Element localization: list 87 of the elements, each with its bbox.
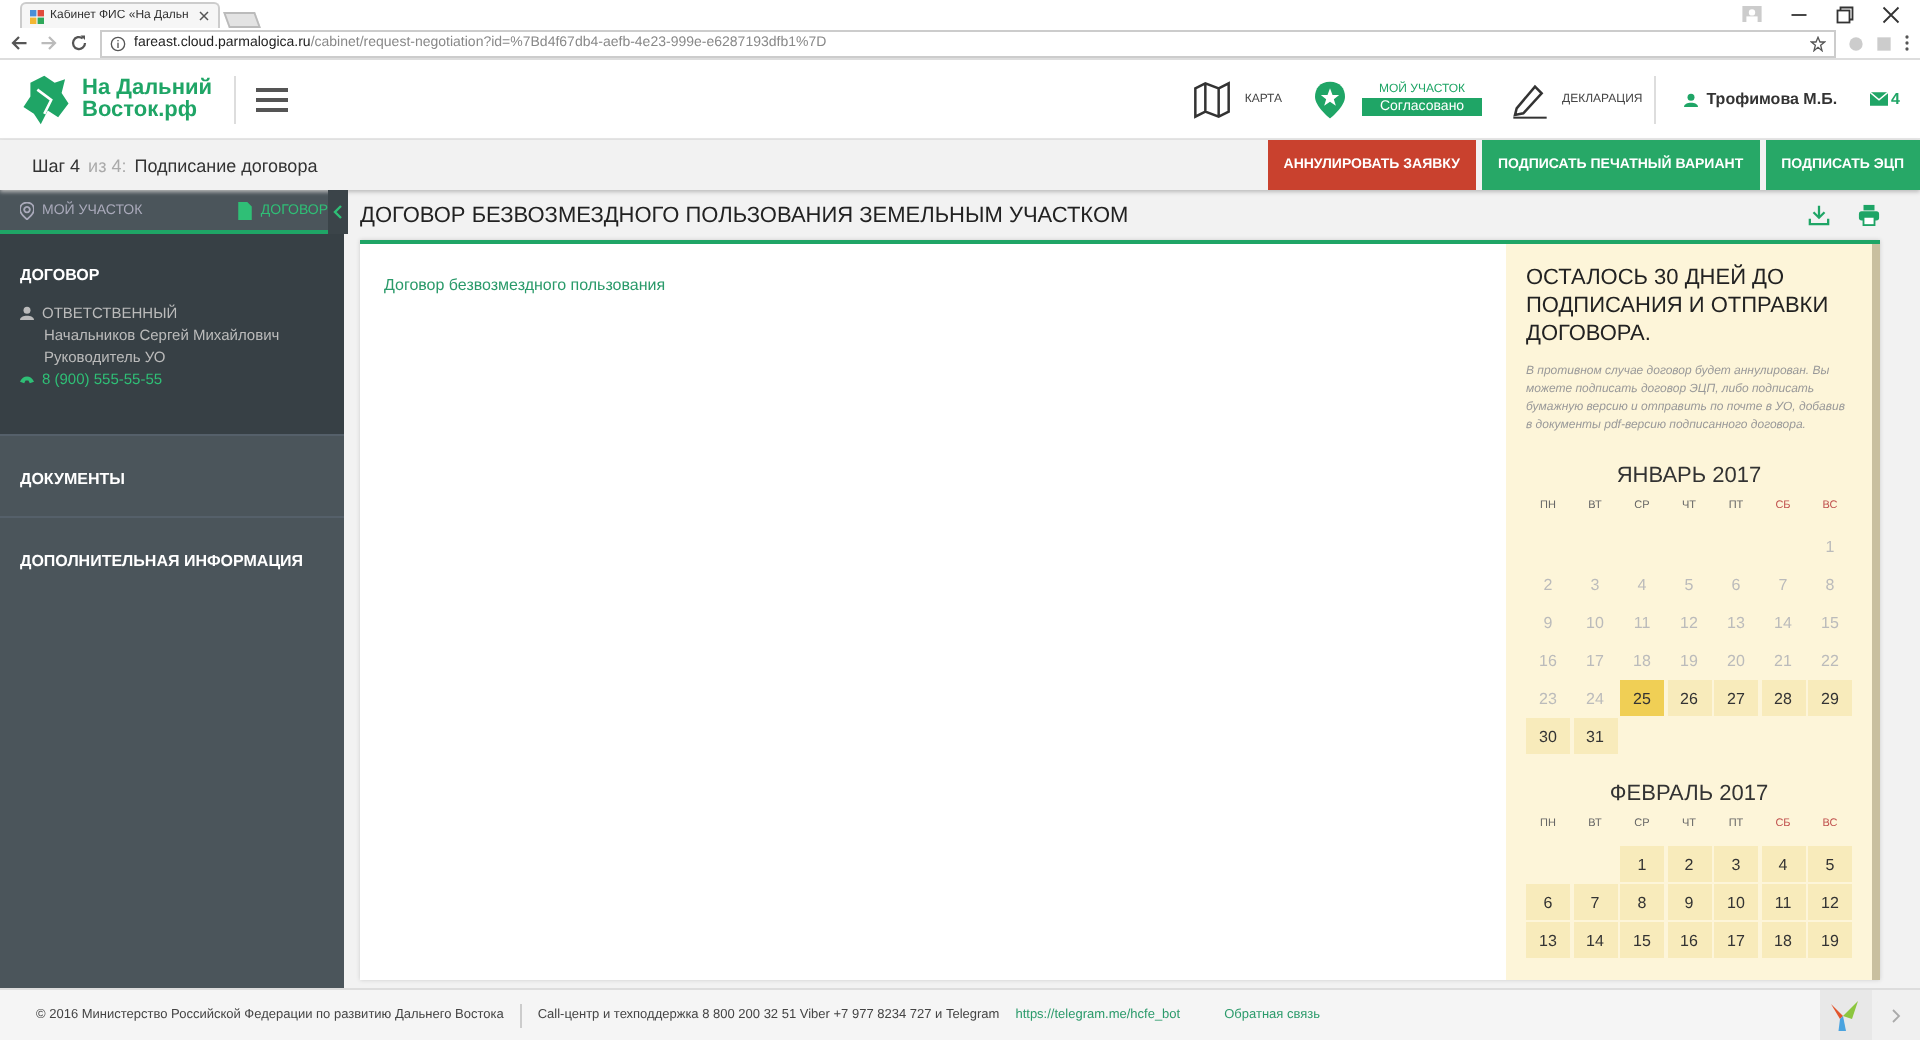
calendar-day[interactable]: 16	[1667, 922, 1711, 958]
back-icon[interactable]	[10, 34, 28, 52]
user-icon	[20, 306, 34, 320]
calendar-day[interactable]: 30	[1526, 718, 1570, 754]
calendar-day[interactable]: 29	[1808, 680, 1852, 716]
calendar-day[interactable]: 1	[1620, 846, 1664, 882]
calendar-day[interactable]: 18	[1761, 922, 1805, 958]
reload-icon[interactable]	[70, 34, 88, 52]
close-icon[interactable]	[1882, 5, 1900, 23]
calendar-day: 2	[1526, 566, 1570, 602]
info-icon[interactable]	[110, 35, 126, 51]
calendar-day[interactable]: 11	[1761, 884, 1805, 920]
chevron-right-icon	[1890, 1007, 1902, 1023]
calendar-day[interactable]: 2	[1667, 846, 1711, 882]
calendar-day: 19	[1667, 642, 1711, 678]
calendar-day: 1	[1808, 528, 1852, 564]
calendar-day[interactable]: 26	[1667, 680, 1711, 716]
calendar-day: 24	[1573, 680, 1617, 716]
framework-logo-icon[interactable]	[1820, 989, 1872, 1040]
print-icon[interactable]	[1858, 204, 1880, 226]
calendar-day[interactable]: 3	[1714, 846, 1758, 882]
user-icon	[1684, 91, 1699, 107]
calendar-day[interactable]: 31	[1573, 718, 1617, 754]
calendar-day: 9	[1526, 604, 1570, 640]
calendar-day: 4	[1620, 566, 1664, 602]
collapse-button[interactable]	[328, 190, 348, 234]
calendar-day: 15	[1808, 604, 1852, 640]
document-icon	[238, 201, 253, 219]
calendar-day: 14	[1761, 604, 1805, 640]
envelope-icon	[1869, 92, 1888, 106]
calendar-day[interactable]: 7	[1573, 884, 1617, 920]
calendar-day[interactable]: 13	[1526, 922, 1570, 958]
step-title: Подписание договора	[134, 155, 318, 175]
calendar-day[interactable]: 12	[1808, 884, 1852, 920]
month-title: ФЕВРАЛЬ 2017	[1607, 782, 1771, 806]
document-title: ДОГОВОР БЕЗВОЗМЕЗДНОГО ПОЛЬЗОВАНИЯ ЗЕМЕЛЬНЫМ УЧАСТКОМ	[360, 203, 1131, 227]
calendar-day[interactable]: 6	[1526, 884, 1570, 920]
calendar-day[interactable]: 15	[1620, 922, 1664, 958]
calendar-day[interactable]: 14	[1573, 922, 1617, 958]
calendar-day: 7	[1761, 566, 1805, 602]
month-title: ЯНВАРЬ 2017	[1614, 464, 1764, 488]
section-header[interactable]: ДОГОВОР	[20, 266, 100, 284]
calendar-day: 8	[1808, 566, 1852, 602]
star-icon[interactable]	[1810, 35, 1826, 51]
calendar-day[interactable]: 28	[1761, 680, 1805, 716]
map-icon	[1192, 79, 1233, 119]
calendar-day: 21	[1761, 642, 1805, 678]
map-pin-star-icon	[1310, 79, 1351, 119]
deadline-heading: ОСТАЛОСЬ 30 ДНЕЙ ДО ПОДПИСАНИЯ И ОТПРАВКИ ДОГОВОРА.	[1526, 264, 1831, 348]
calendar-day: 6	[1714, 566, 1758, 602]
calendar-day: 22	[1808, 642, 1852, 678]
calendar-day: 20	[1714, 642, 1758, 678]
user-name[interactable]: Трофимова М.Б.	[1706, 90, 1838, 108]
calendar-day[interactable]: 19	[1808, 922, 1852, 958]
section-header[interactable]: ДОКУМЕНТЫ	[20, 470, 125, 488]
document-link[interactable]: Договор безвозмездного пользования	[384, 276, 666, 294]
section-header[interactable]: ДОПОЛНИТЕЛЬНАЯ ИНФОРМАЦИЯ	[20, 552, 304, 570]
calendar-day: 23	[1526, 680, 1570, 716]
pencil-icon	[1510, 79, 1551, 119]
phone-icon	[20, 372, 34, 386]
more-icon[interactable]	[1904, 34, 1910, 52]
chevron-left-icon	[332, 204, 344, 220]
calendar-day: 3	[1573, 566, 1617, 602]
calendar-day: 18	[1620, 642, 1664, 678]
download-icon[interactable]	[1808, 204, 1830, 226]
calendar-day: 5	[1667, 566, 1711, 602]
calendar-day: 12	[1667, 604, 1711, 640]
calendar-day: 10	[1573, 604, 1617, 640]
step-number: Шаг 4	[32, 155, 81, 175]
calendar-day[interactable]: 9	[1667, 884, 1711, 920]
favicon-icon	[30, 9, 44, 23]
calendar-day[interactable]: 4	[1761, 846, 1805, 882]
map-pin-icon	[20, 201, 34, 219]
calendar-day: 17	[1573, 642, 1617, 678]
calendar-day[interactable]: 10	[1714, 884, 1758, 920]
calendar-day: 11	[1620, 604, 1664, 640]
calendar-day: 13	[1714, 604, 1758, 640]
calendar-day[interactable]: 25	[1620, 680, 1664, 716]
calendar-day[interactable]: 5	[1808, 846, 1852, 882]
calendar-day[interactable]: 17	[1714, 922, 1758, 958]
calendar-day[interactable]: 27	[1714, 680, 1758, 716]
calendar-day: 16	[1526, 642, 1570, 678]
step-total: из 4:	[88, 155, 127, 175]
close-icon[interactable]	[198, 10, 210, 22]
calendar-day[interactable]: 8	[1620, 884, 1664, 920]
restore-icon[interactable]	[1836, 5, 1854, 23]
menu-icon[interactable]	[256, 87, 288, 111]
